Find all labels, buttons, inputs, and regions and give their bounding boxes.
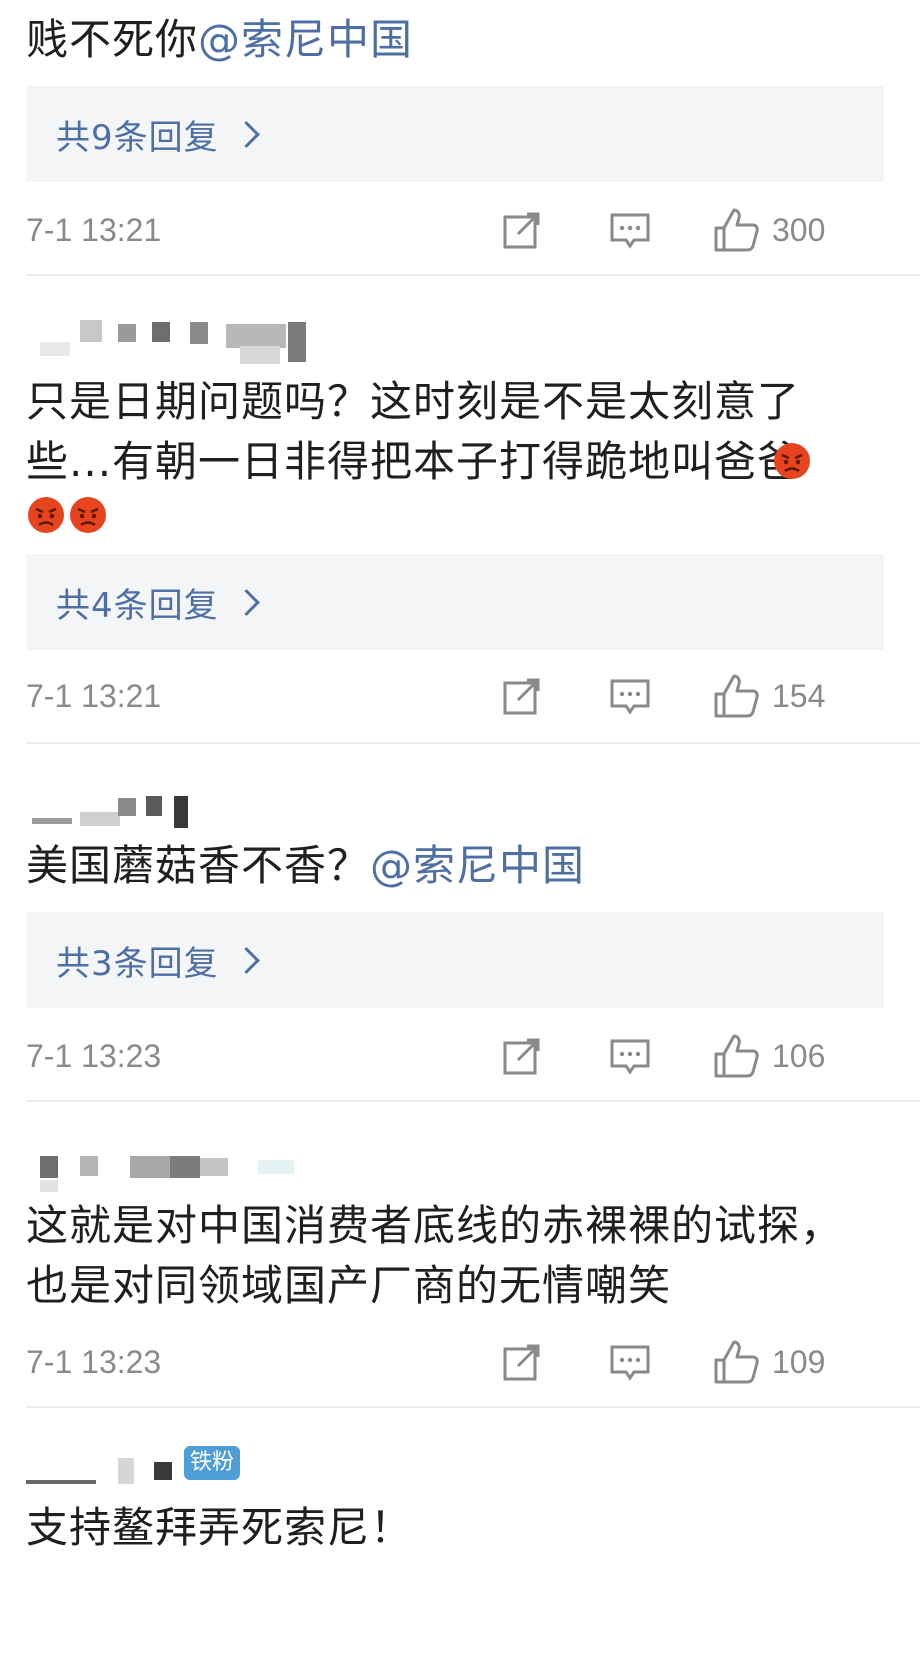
- thumbs-up-icon: [714, 1340, 759, 1384]
- comment-text-plain: 贱不死你: [26, 15, 199, 64]
- like-count: 109: [772, 1343, 826, 1380]
- comment-text: 支持鳌拜弄死索尼！: [26, 1503, 414, 1552]
- view-replies-button[interactable]: 共4条回复: [26, 554, 884, 650]
- mention-link[interactable]: @索尼中国: [370, 841, 585, 890]
- share-icon[interactable]: [500, 1034, 544, 1078]
- like-count: 154: [772, 677, 826, 714]
- thumbs-up-icon: [714, 1034, 759, 1078]
- like-button[interactable]: 300: [712, 204, 852, 256]
- divider: [26, 1100, 920, 1102]
- like-button[interactable]: 106: [712, 1030, 852, 1082]
- comment-icon[interactable]: [608, 1340, 652, 1384]
- redacted-username[interactable]: [30, 792, 190, 832]
- comment-icon[interactable]: [608, 1034, 652, 1078]
- comment-text-line-2: 也是对同领域国产厂商的无情嘲笑: [26, 1261, 672, 1310]
- comment-text-line-1: 这就是对中国消费者底线的赤裸裸的试探，: [26, 1201, 844, 1250]
- comment-text: 美国蘑菇香不香？@索尼中国: [26, 838, 585, 894]
- comment-icon[interactable]: [608, 208, 652, 252]
- chevron-right-icon: [232, 946, 260, 974]
- comment-text-plain: 美国蘑菇香不香？: [26, 841, 371, 890]
- view-replies-button[interactable]: 共9条回复: [26, 86, 884, 182]
- comment-text-line-2: 些...有朝一日非得把本子打得跪地叫爸爸: [26, 437, 801, 486]
- share-icon[interactable]: [500, 1340, 544, 1384]
- chevron-right-icon: [232, 588, 260, 616]
- thumbs-up-icon: [714, 208, 759, 252]
- angry-face-icon: [70, 497, 106, 533]
- like-count: 106: [772, 1037, 826, 1074]
- comment-timestamp: 7-1 13:23: [26, 1344, 162, 1380]
- divider: [26, 742, 920, 744]
- replies-label: 共4条回复: [56, 585, 219, 626]
- thumbs-up-icon: [714, 674, 759, 718]
- comment-text-line-1: 只是日期问题吗？这时刻是不是太刻意了: [26, 377, 801, 426]
- angry-face-icon: [28, 497, 64, 533]
- share-icon[interactable]: [500, 208, 544, 252]
- redacted-username[interactable]: [30, 1150, 300, 1194]
- like-count: 300: [772, 211, 826, 248]
- comment-text: 贱不死你@索尼中国: [26, 12, 413, 68]
- replies-label: 共3条回复: [56, 943, 219, 984]
- comment-timestamp: 7-1 13:21: [26, 678, 162, 714]
- like-button[interactable]: 154: [712, 670, 852, 722]
- view-replies-button[interactable]: 共3条回复: [26, 912, 884, 1008]
- mention-link[interactable]: @索尼中国: [198, 15, 413, 64]
- replies-label: 共9条回复: [56, 117, 219, 158]
- chevron-right-icon: [232, 120, 260, 148]
- angry-face-icon: [774, 443, 810, 479]
- divider: [26, 274, 920, 276]
- divider: [26, 1406, 920, 1408]
- comment-icon[interactable]: [608, 674, 652, 718]
- comment-timestamp: 7-1 13:21: [26, 212, 162, 248]
- fan-badge: 铁粉: [184, 1446, 241, 1480]
- comment-timestamp: 7-1 13:23: [26, 1038, 162, 1074]
- redacted-username[interactable]: [26, 1454, 186, 1490]
- redacted-username[interactable]: [30, 316, 310, 364]
- like-button[interactable]: 109: [712, 1336, 852, 1388]
- share-icon[interactable]: [500, 674, 544, 718]
